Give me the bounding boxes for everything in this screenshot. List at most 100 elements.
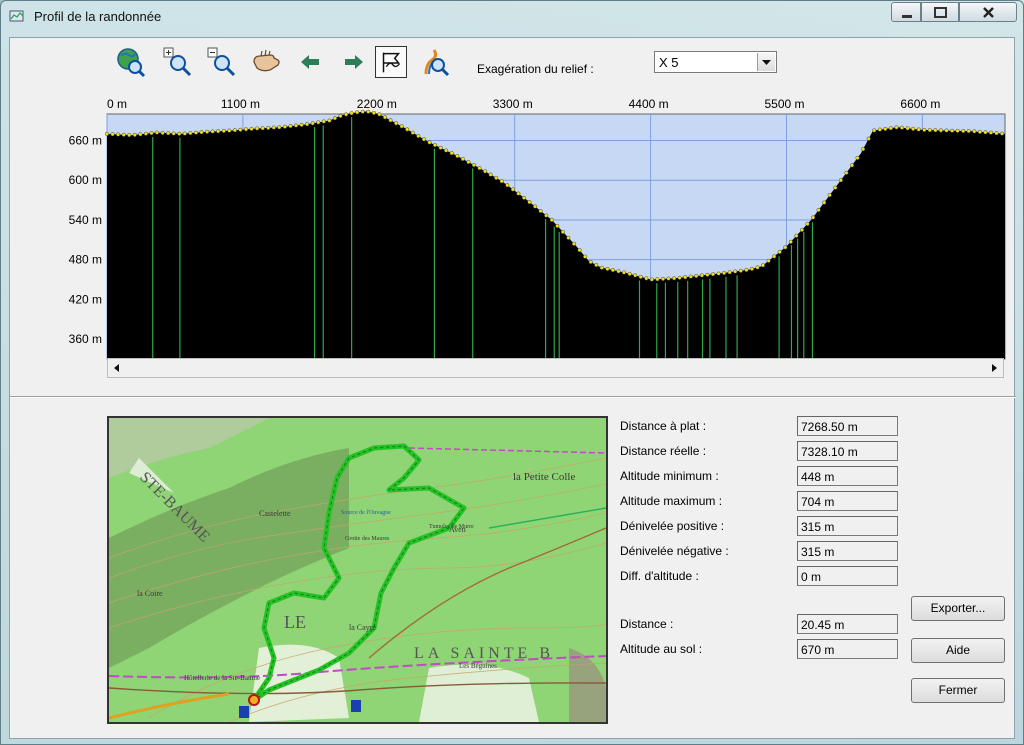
zoom-out-icon[interactable]	[206, 46, 238, 78]
track-point	[649, 277, 654, 282]
track-point	[510, 187, 515, 192]
track-point	[894, 125, 899, 130]
scroll-left-icon[interactable]	[108, 359, 126, 377]
pan-hand-icon[interactable]	[250, 46, 282, 78]
stat-label: Distance à plat :	[620, 419, 707, 433]
track-point	[171, 131, 176, 136]
track-point	[749, 266, 754, 271]
track-point	[672, 276, 677, 281]
track-point	[371, 110, 376, 115]
track-point	[516, 191, 521, 196]
track-point	[933, 128, 938, 133]
x-tick-label: 3300 m	[493, 97, 533, 111]
close-dialog-button[interactable]: Fermer	[911, 678, 1005, 703]
track-point	[850, 163, 855, 168]
export-button[interactable]: Exporter...	[911, 596, 1005, 621]
track-point	[877, 127, 882, 132]
track-point	[271, 125, 276, 130]
track-point	[154, 130, 159, 135]
cursor-label: Altitude au sol :	[620, 642, 703, 656]
y-tick-label: 360 m	[69, 332, 102, 346]
track-point	[722, 270, 727, 275]
elevation-profile-chart[interactable]: 0 m 1100 m 2200 m 3300 m 4400 m 5500 m 6600 m 6…	[10, 92, 1016, 382]
close-button[interactable]	[959, 2, 1017, 22]
track-point	[761, 263, 766, 268]
track-point	[977, 129, 982, 134]
track-point	[610, 268, 615, 273]
track-point	[616, 269, 621, 274]
map-label-la-sainte-b: LA SAINTE B	[414, 645, 554, 662]
track-point	[566, 235, 571, 240]
track-point	[583, 254, 588, 259]
track-point	[633, 273, 638, 278]
track-point	[277, 125, 282, 130]
x-tick-label: 5500 m	[765, 97, 805, 111]
app-icon	[9, 10, 24, 22]
maximize-button[interactable]	[921, 2, 959, 22]
track-point	[972, 129, 977, 134]
zoom-in-icon[interactable]	[162, 46, 194, 78]
track-point	[983, 130, 988, 135]
track-point	[132, 132, 137, 137]
cursor-value: 20.45 m	[797, 614, 898, 634]
relief-select[interactable]: X 5	[654, 51, 777, 73]
track-point	[883, 126, 888, 131]
stat-value: 7328.10 m	[797, 441, 898, 461]
map-label-cayre: la Cayre	[349, 623, 376, 632]
track-point	[149, 131, 154, 136]
cursor-label: Distance :	[620, 617, 674, 631]
track-point	[794, 233, 799, 238]
track-point	[805, 221, 810, 226]
map-label-castelette: Castelette	[259, 509, 291, 518]
track-point	[121, 132, 126, 137]
track-point	[577, 248, 582, 253]
stat-label: Altitude maximum :	[620, 494, 723, 508]
scroll-right-icon[interactable]	[985, 359, 1003, 377]
arrow-right-icon[interactable]	[338, 46, 370, 78]
track-point	[694, 273, 699, 278]
track-point	[294, 123, 299, 128]
track-point	[861, 147, 866, 152]
track-point	[310, 121, 315, 126]
track-point	[572, 241, 577, 246]
track-point	[1000, 131, 1005, 136]
title-bar[interactable]: Profil de la randonnée	[1, 1, 1023, 33]
track-point	[927, 128, 932, 133]
window-title: Profil de la randonnée	[34, 9, 162, 24]
track-point	[344, 112, 349, 117]
track-point	[961, 129, 966, 134]
track-point	[327, 118, 332, 123]
track-point	[766, 258, 771, 263]
horizontal-scrollbar[interactable]	[107, 358, 1004, 378]
track-point	[688, 274, 693, 279]
track-point	[800, 227, 805, 232]
track-point	[655, 277, 660, 282]
x-tick-label: 1100 m	[221, 97, 260, 111]
track-point	[994, 131, 999, 136]
arrow-left-icon[interactable]	[294, 46, 326, 78]
topo-map[interactable]: STE-BAUME LE LA SAINTE B la Petite Colle…	[107, 416, 608, 724]
route-zoom-icon[interactable]	[420, 46, 452, 78]
track-point	[227, 128, 232, 133]
profile-flag-icon[interactable]	[375, 46, 407, 78]
track-point	[249, 126, 254, 131]
track-point	[494, 175, 499, 180]
x-tick-label: 4400 m	[629, 97, 669, 111]
track-point	[955, 128, 960, 133]
cursor-value: 670 m	[797, 639, 898, 659]
help-button[interactable]: Aide	[911, 638, 1005, 663]
relief-label: Exagération du relief :	[477, 62, 594, 76]
track-point	[433, 143, 438, 148]
dropdown-arrow-icon[interactable]	[757, 53, 775, 71]
track-point	[560, 229, 565, 234]
track-point	[260, 126, 265, 131]
track-point	[238, 127, 243, 132]
track-point	[438, 145, 443, 150]
track-point	[911, 126, 916, 131]
globe-zoom-icon[interactable]	[115, 46, 147, 78]
track-point	[644, 276, 649, 281]
minimize-button[interactable]	[891, 2, 921, 22]
track-point	[399, 124, 404, 129]
track-point	[888, 126, 893, 131]
track-point	[221, 128, 226, 133]
